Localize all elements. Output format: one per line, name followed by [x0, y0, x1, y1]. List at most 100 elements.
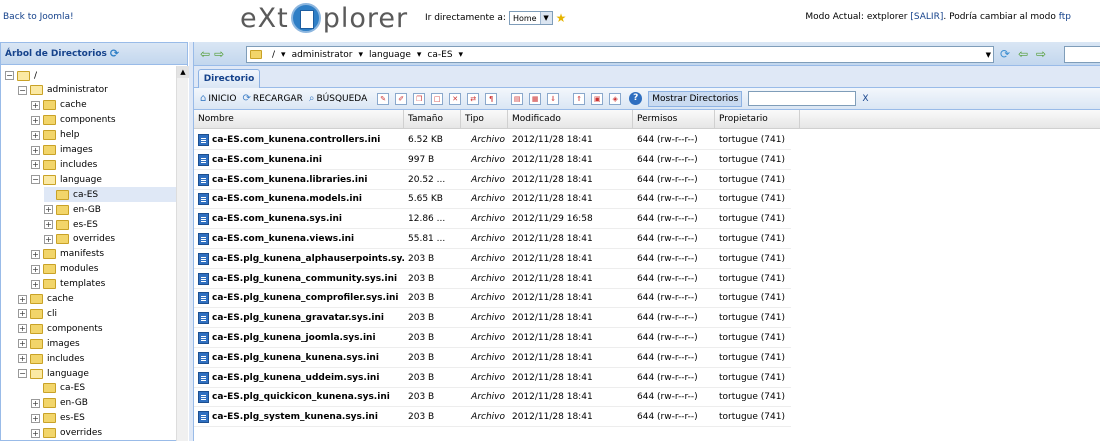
column-header[interactable]: Propietario	[715, 110, 800, 129]
tree-node[interactable]: + modules	[31, 262, 98, 277]
tree-node[interactable]: + components	[18, 321, 103, 336]
refresh-icon[interactable]: ⟳	[1000, 47, 1010, 61]
tree-node[interactable]: + es-ES	[44, 217, 98, 232]
table-row[interactable]: ca-ES.com_kunena.ini 997 B Archivo 2012/11/…	[194, 150, 791, 170]
star-icon[interactable]: ★	[556, 11, 567, 25]
new-file-icon[interactable]: □	[431, 92, 444, 105]
tab-directorio[interactable]: Directorio	[198, 69, 260, 88]
expand-icon[interactable]: +	[31, 130, 40, 140]
expand-icon[interactable]: +	[18, 294, 27, 304]
chevron-down-icon[interactable]: ▼	[986, 51, 991, 59]
expand-icon[interactable]: +	[31, 145, 40, 155]
forward-arrow-icon[interactable]: ⇨	[214, 47, 224, 61]
collapse-icon[interactable]: −	[31, 175, 40, 185]
expand-icon[interactable]: +	[31, 398, 40, 408]
path-segment-root[interactable]: /	[272, 50, 275, 60]
help-icon[interactable]: ?	[629, 92, 643, 105]
refresh-tree-icon[interactable]: ⟳	[110, 47, 119, 60]
tree-node[interactable]: + en-GB	[31, 396, 88, 411]
path-dropdown-icon[interactable]: ▾	[459, 50, 464, 60]
table-row[interactable]: ca-ES.plg_quickicon_kunena.sys.ini 203 B A…	[194, 387, 791, 408]
column-header[interactable]: Modificado	[508, 110, 633, 129]
back-arrow-icon[interactable]: ⇦	[200, 47, 210, 61]
copy-icon[interactable]: ❐	[413, 92, 426, 105]
table-row[interactable]: ca-ES.plg_kunena_community.sys.ini 203 B A…	[194, 269, 791, 289]
tree-node[interactable]: ca-ES	[44, 187, 176, 203]
path-dropdown-icon[interactable]: ▾	[281, 50, 286, 60]
expand-icon[interactable]: +	[31, 264, 40, 274]
clear-filter-button[interactable]: X	[862, 94, 868, 104]
expand-icon[interactable]: +	[44, 220, 53, 229]
table-row[interactable]: ca-ES.plg_kunena_gravatar.sys.ini 203 B Ar…	[194, 308, 791, 329]
collapse-icon[interactable]: −	[5, 71, 14, 80]
forward-arrow-icon[interactable]: ⇨	[1036, 47, 1046, 61]
expand-icon[interactable]: +	[31, 160, 40, 170]
path-dropdown-icon[interactable]: ▾	[358, 50, 363, 60]
path-segment-ca-es[interactable]: ca-ES	[427, 50, 452, 60]
tree-node[interactable]: + includes	[31, 157, 97, 172]
reload-button[interactable]: ⟳ RECARGAR	[242, 93, 302, 104]
tree-scrollbar[interactable]: ▲	[176, 66, 189, 441]
archive-icon[interactable]: ▣	[591, 92, 604, 105]
tree-node[interactable]: + cli	[18, 306, 57, 321]
expand-icon[interactable]: +	[31, 249, 40, 259]
expand-icon[interactable]: +	[31, 115, 40, 125]
tree-node[interactable]: + cache	[18, 292, 74, 307]
expand-icon[interactable]: +	[44, 205, 53, 215]
tree-node[interactable]: + manifests	[31, 247, 104, 262]
expand-icon[interactable]: +	[18, 324, 27, 334]
path-segment-language[interactable]: language	[369, 50, 411, 60]
download-icon[interactable]: ⇓	[547, 92, 560, 105]
collapse-icon[interactable]: −	[18, 369, 27, 378]
search-button[interactable]: ⌕ BÚSQUEDA	[309, 93, 367, 104]
edit-text-icon[interactable]: ✐	[395, 92, 408, 105]
tree-node[interactable]: + includes	[18, 351, 84, 366]
back-arrow-icon[interactable]: ⇦	[1018, 47, 1028, 61]
tree-node[interactable]: + overrides	[31, 426, 102, 441]
table-row[interactable]: ca-ES.plg_kunena_comprofiler.sys.ini 203 …	[194, 288, 791, 309]
table-row[interactable]: ca-ES.com_kunena.sys.ini 12.86 ... Archivo…	[194, 209, 791, 230]
expand-icon[interactable]: +	[31, 279, 40, 289]
filter-input[interactable]	[748, 91, 857, 106]
tree-node[interactable]: − administrator	[18, 83, 108, 98]
rename-icon[interactable]: ⇄	[467, 92, 480, 105]
tree-node[interactable]: + en-GB	[44, 202, 101, 217]
ftp-mode-link[interactable]: ftp	[1059, 12, 1071, 22]
column-header[interactable]: Tipo	[461, 110, 508, 129]
tree-node[interactable]: + es-ES	[31, 411, 85, 426]
table-row[interactable]: ca-ES.com_kunena.libraries.ini 20.52 ... A…	[194, 170, 791, 190]
path-dropdown-icon[interactable]: ▾	[417, 50, 422, 60]
tree-node[interactable]: + templates	[31, 277, 105, 292]
expand-icon[interactable]: +	[18, 309, 27, 319]
logout-link[interactable]: [SALIR]	[910, 12, 943, 22]
tree-node[interactable]: + overrides	[44, 232, 115, 247]
expand-icon[interactable]: +	[18, 354, 27, 364]
table-row[interactable]: ca-ES.plg_kunena_uddeim.sys.ini 203 B Arch…	[194, 368, 791, 388]
path-segment-administrator[interactable]: administrator	[292, 50, 353, 60]
column-header[interactable]: Permisos	[633, 110, 715, 129]
goto-select[interactable]: Home ▼	[508, 11, 553, 25]
tree-node[interactable]: + images	[31, 143, 93, 158]
delete-icon[interactable]: ✕	[449, 92, 462, 105]
expand-icon[interactable]: +	[44, 234, 53, 244]
column-header[interactable]: Nombre	[194, 110, 404, 129]
column-header[interactable]: Tamaño	[404, 110, 461, 129]
view-details-icon[interactable]: ▦	[529, 92, 542, 105]
expand-icon[interactable]: +	[31, 413, 40, 423]
table-row[interactable]: ca-ES.plg_kunena_alphauserpoints.sy... 20…	[194, 249, 791, 269]
expand-icon[interactable]: +	[31, 100, 40, 110]
chmod-icon[interactable]: ¶	[485, 92, 498, 105]
edit-icon[interactable]: ✎	[377, 92, 390, 105]
expand-icon[interactable]: +	[31, 428, 40, 438]
expand-icon[interactable]: +	[18, 339, 27, 349]
tree-node[interactable]: + cache	[31, 98, 87, 113]
tree-node[interactable]: − /	[5, 68, 37, 83]
table-row[interactable]: ca-ES.plg_kunena_kunena.sys.ini 203 B Arch…	[194, 348, 791, 368]
home-button[interactable]: ⌂ INICIO	[200, 93, 236, 104]
view-icon[interactable]: ▤	[511, 92, 524, 105]
show-directories-button[interactable]: Mostrar Directorios	[648, 90, 743, 107]
table-row[interactable]: ca-ES.plg_system_kunena.sys.ini 203 B Arch…	[194, 407, 791, 428]
tree-node[interactable]: + images	[18, 336, 80, 351]
secondary-path-box[interactable]	[1064, 46, 1100, 63]
table-row[interactable]: ca-ES.com_kunena.models.ini 5.65 KB Archiv…	[194, 189, 791, 210]
